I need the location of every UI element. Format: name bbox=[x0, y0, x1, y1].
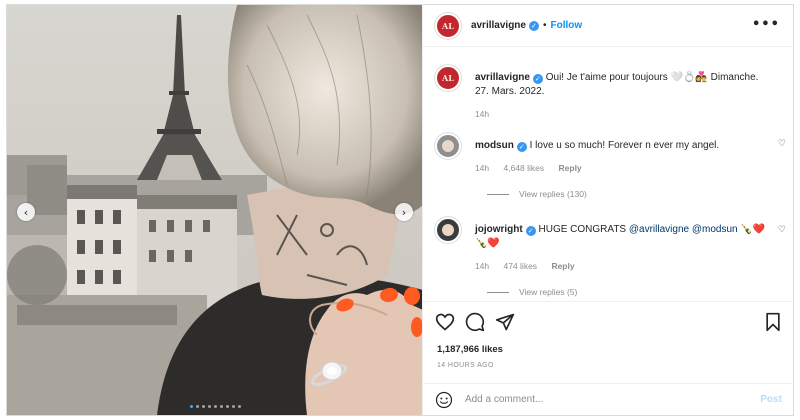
comment-likes[interactable]: 474 likes bbox=[504, 261, 538, 271]
follow-button[interactable]: Follow bbox=[550, 20, 582, 31]
comment-input[interactable] bbox=[464, 394, 755, 405]
view-replies-label: View replies (5) bbox=[518, 287, 578, 297]
mention-link[interactable]: @modsun bbox=[692, 224, 738, 235]
verified-badge-icon: ✓ bbox=[516, 142, 527, 152]
caption-username[interactable]: avrillavigne bbox=[475, 72, 530, 83]
post-header: AL avrillavigne ✓ • Follow ••• bbox=[422, 5, 794, 47]
comment-meta: 14h 4,648 likes Reply bbox=[475, 163, 594, 173]
carousel-dots bbox=[190, 405, 241, 408]
post-side-panel: AL avrillavigne ✓ • Follow ••• AL avrill… bbox=[421, 5, 794, 415]
heart-icon[interactable] bbox=[435, 312, 455, 332]
verified-badge-icon: ✓ bbox=[532, 74, 543, 84]
comment-text-block: modsun ✓ I love u so much! Forever n ever… bbox=[475, 139, 775, 153]
comment-icon[interactable] bbox=[465, 312, 485, 332]
action-bar bbox=[422, 301, 794, 341]
carousel-next-button[interactable]: › bbox=[395, 203, 413, 221]
post-photo-carousel[interactable]: ‹ › bbox=[7, 5, 422, 415]
comment-like-heart-icon[interactable]: ♡ bbox=[778, 139, 786, 149]
more-horizontal-icon[interactable]: ••• bbox=[752, 17, 780, 32]
carousel-dot bbox=[190, 405, 193, 408]
bookmark-icon[interactable] bbox=[763, 312, 783, 332]
carousel-dot bbox=[232, 405, 235, 408]
post-time-ago: 14 HOURS AGO bbox=[436, 362, 494, 369]
divider-line bbox=[486, 193, 509, 195]
post-comment-button[interactable]: Post bbox=[760, 394, 782, 405]
avatar-face bbox=[441, 224, 454, 236]
comment-text-block: jojowright ✓ HUGE CONGRATS @avrillavigne … bbox=[475, 223, 775, 251]
header-username[interactable]: avrillavigne bbox=[471, 20, 526, 31]
comment-time: 14h bbox=[474, 163, 490, 173]
caption-meta: 14h bbox=[475, 109, 501, 119]
avatar[interactable]: AL bbox=[434, 65, 461, 91]
comment-time: 14h bbox=[474, 261, 490, 271]
view-replies-button[interactable]: View replies (5) bbox=[486, 287, 578, 297]
carousel-dot bbox=[226, 405, 229, 408]
view-replies-button[interactable]: View replies (130) bbox=[486, 189, 587, 199]
chevron-left-icon: ‹ bbox=[23, 205, 29, 219]
carousel-prev-button[interactable]: ‹ bbox=[17, 203, 35, 221]
verified-badge-icon: ✓ bbox=[528, 20, 539, 31]
likes-count[interactable]: 1,187,966 likes bbox=[437, 344, 503, 355]
carousel-dot bbox=[214, 405, 217, 408]
reply-button[interactable]: Reply bbox=[559, 163, 582, 173]
reply-button[interactable]: Reply bbox=[551, 261, 574, 271]
comments-list[interactable]: AL avrillavigne ✓ Oui! Je t'aime pour tou… bbox=[423, 55, 794, 300]
header-separator: • bbox=[542, 20, 547, 31]
carousel-dot bbox=[238, 405, 241, 408]
comment-username[interactable]: jojowright bbox=[475, 224, 523, 235]
avatar-monogram: AL bbox=[442, 73, 454, 83]
avatar-face bbox=[441, 140, 454, 152]
divider-line bbox=[486, 291, 509, 293]
avatar-monogram: AL bbox=[442, 20, 454, 31]
verified-badge-icon: ✓ bbox=[525, 226, 536, 236]
emoji-icon[interactable] bbox=[435, 391, 453, 409]
avatar[interactable]: AL bbox=[434, 12, 461, 39]
carousel-dot bbox=[202, 405, 205, 408]
comment-username[interactable]: modsun bbox=[475, 140, 514, 151]
carousel-dot bbox=[208, 405, 211, 408]
post-photo bbox=[7, 5, 422, 415]
chevron-right-icon: › bbox=[401, 205, 407, 219]
view-replies-label: View replies (130) bbox=[518, 189, 587, 199]
caption-time: 14h bbox=[474, 109, 490, 119]
comment-meta: 14h 474 likes Reply bbox=[475, 261, 587, 271]
caption-text-block: avrillavigne ✓ Oui! Je t'aime pour toujou… bbox=[475, 71, 775, 99]
share-icon[interactable] bbox=[495, 312, 515, 332]
avatar[interactable] bbox=[434, 133, 461, 159]
mention-link[interactable]: @avrillavigne bbox=[629, 224, 689, 235]
comment-text: I love u so much! Forever n ever my ange… bbox=[529, 140, 720, 151]
comment-like-heart-icon[interactable]: ♡ bbox=[778, 225, 786, 235]
instagram-post: ‹ › AL avrillavigne ✓ • Follow ••• AL av… bbox=[6, 4, 794, 416]
avatar[interactable] bbox=[434, 217, 461, 243]
carousel-dot bbox=[196, 405, 199, 408]
comment-likes[interactable]: 4,648 likes bbox=[504, 163, 545, 173]
carousel-dot bbox=[220, 405, 223, 408]
add-comment-bar: Post bbox=[422, 383, 794, 415]
comment-text-prefix: HUGE CONGRATS bbox=[538, 224, 629, 235]
